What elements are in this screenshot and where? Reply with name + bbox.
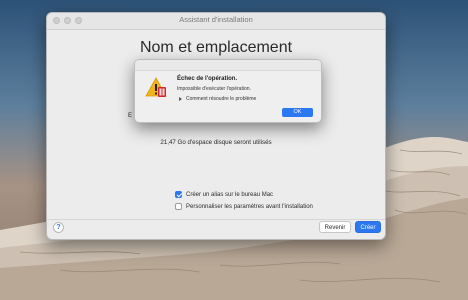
troubleshoot-disclosure[interactable]: Comment résoudre le problème <box>179 96 256 102</box>
create-button[interactable]: Créer <box>355 221 381 233</box>
page-title: Nom et emplacement <box>139 39 293 56</box>
parallels-warning-icon <box>145 77 167 97</box>
partial-label: E <box>128 113 133 119</box>
help-button[interactable]: ? <box>53 222 64 233</box>
error-alert: Échec de l'opération. Impossible d'exécu… <box>134 59 322 123</box>
back-button[interactable]: Revenir <box>319 221 351 233</box>
ok-button[interactable]: OK <box>282 108 313 117</box>
alert-title: Échec de l'opération. <box>177 76 238 82</box>
window-title: Assistant d'installation <box>179 15 253 24</box>
disk-space-info: 21,47 Go d'espace disque seront utilisés <box>160 139 272 146</box>
disclosure-triangle-icon[interactable] <box>179 97 182 101</box>
customize-settings-checkbox[interactable] <box>175 203 182 210</box>
customize-settings-option[interactable]: Personnaliser les paramètres avant l'ins… <box>175 203 313 210</box>
customize-settings-label: Personnaliser les paramètres avant l'ins… <box>186 203 313 210</box>
create-alias-option[interactable]: Créer un alias sur le bureau Mac <box>175 191 273 198</box>
title-bar: Assistant d'installation <box>47 13 385 30</box>
installer-window: Assistant d'installation Nom et emplacem… <box>46 12 386 240</box>
alert-title-bar <box>135 60 321 71</box>
troubleshoot-label: Comment résoudre le problème <box>186 96 257 102</box>
create-alias-label: Créer un alias sur le bureau Mac <box>186 191 274 198</box>
alert-message: Impossible d'exécuter l'opération. <box>177 86 251 92</box>
create-alias-checkbox[interactable] <box>175 191 182 198</box>
footer-divider <box>47 219 385 220</box>
